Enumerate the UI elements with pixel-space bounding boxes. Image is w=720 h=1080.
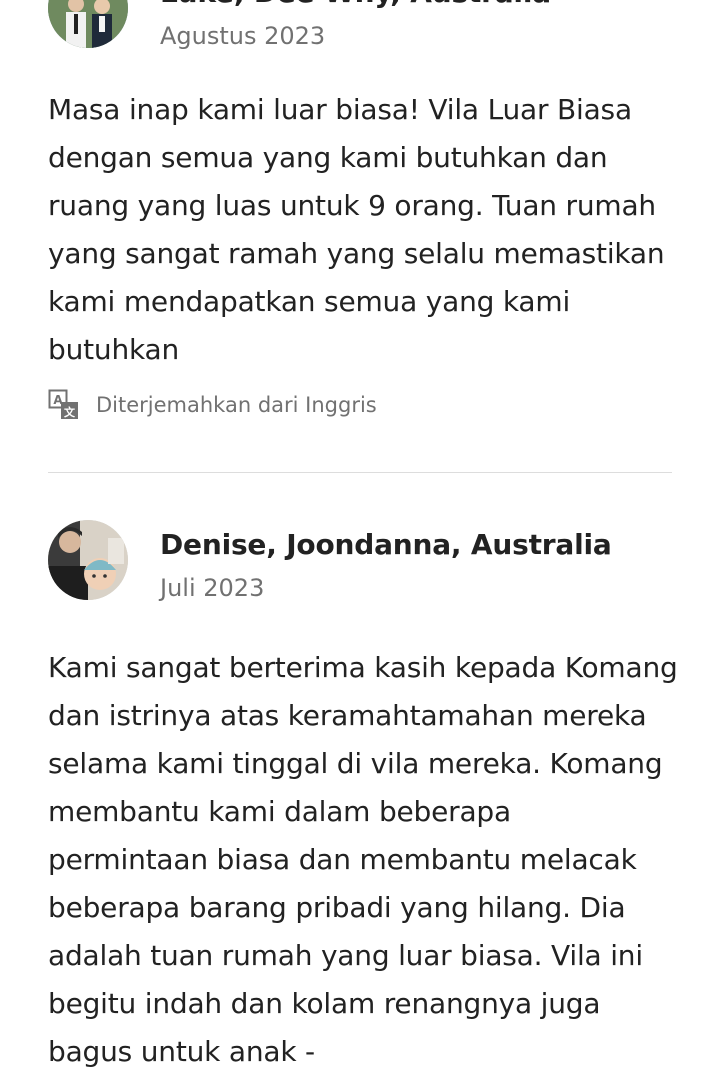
avatar-photo bbox=[48, 520, 128, 600]
review-card: Luke, Dee Why, Australia Agustus 2023 Ma… bbox=[48, 0, 678, 422]
review-date: Agustus 2023 bbox=[160, 22, 326, 50]
review-card: Denise, Joondanna, Australia Juli 2023 K… bbox=[48, 520, 678, 1076]
translate-icon: A 文 bbox=[48, 389, 78, 419]
reviewer-name: Denise, Joondanna, Australia bbox=[160, 528, 612, 561]
avatar[interactable] bbox=[48, 0, 128, 48]
reviewer-name: Luke, Dee Why, Australia bbox=[160, 0, 551, 9]
translation-note: A 文 Diterjemahkan dari Inggris bbox=[48, 388, 678, 422]
translation-label[interactable]: Diterjemahkan dari Inggris bbox=[96, 393, 377, 417]
review-text: Masa inap kami luar biasa! Vila Luar Bia… bbox=[48, 93, 665, 366]
avatar[interactable] bbox=[48, 520, 128, 600]
review-date: Juli 2023 bbox=[160, 574, 265, 602]
reviewer-header: Luke, Dee Why, Australia Agustus 2023 bbox=[48, 0, 678, 52]
reviewer-header: Denise, Joondanna, Australia Juli 2023 bbox=[48, 520, 678, 604]
divider bbox=[48, 472, 672, 473]
review-text: Kami sangat berterima kasih kepada Koman… bbox=[48, 651, 678, 1068]
avatar-photo bbox=[48, 0, 128, 48]
svg-text:文: 文 bbox=[64, 405, 76, 419]
